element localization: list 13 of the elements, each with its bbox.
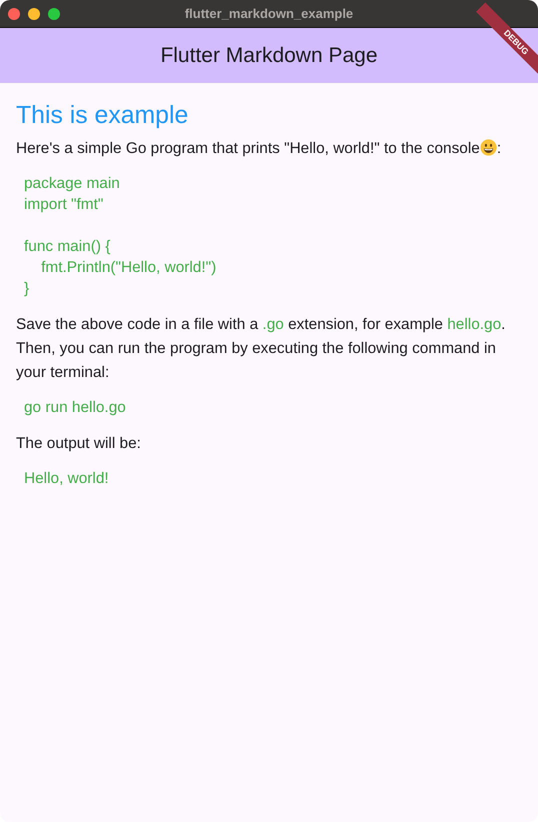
- paragraph: Here's a simple Go program that prints "Hello, world!" to the console :: [16, 138, 502, 159]
- window-title: flutter_markdown_example: [184, 6, 354, 21]
- app-bar-title: Flutter Markdown Page: [160, 44, 378, 68]
- code-text: go run hello.go: [24, 398, 126, 418]
- code-text: Hello, world!: [24, 469, 109, 489]
- zoom-button[interactable]: [48, 8, 60, 20]
- close-button[interactable]: [8, 8, 20, 20]
- paragraph: The output will be:: [16, 434, 141, 454]
- grinning-emoji-icon: [480, 139, 497, 156]
- paragraph: Save the above code in a file with a .go extension, for example hello.go. Then, you can run the program by executing the following command in your terminal:: [16, 315, 506, 383]
- code-text: package main import "fmt" func main() { fmt.Println("Hello, world!") }: [24, 174, 216, 299]
- heading: This is example: [16, 101, 188, 131]
- minimize-button[interactable]: [28, 8, 40, 20]
